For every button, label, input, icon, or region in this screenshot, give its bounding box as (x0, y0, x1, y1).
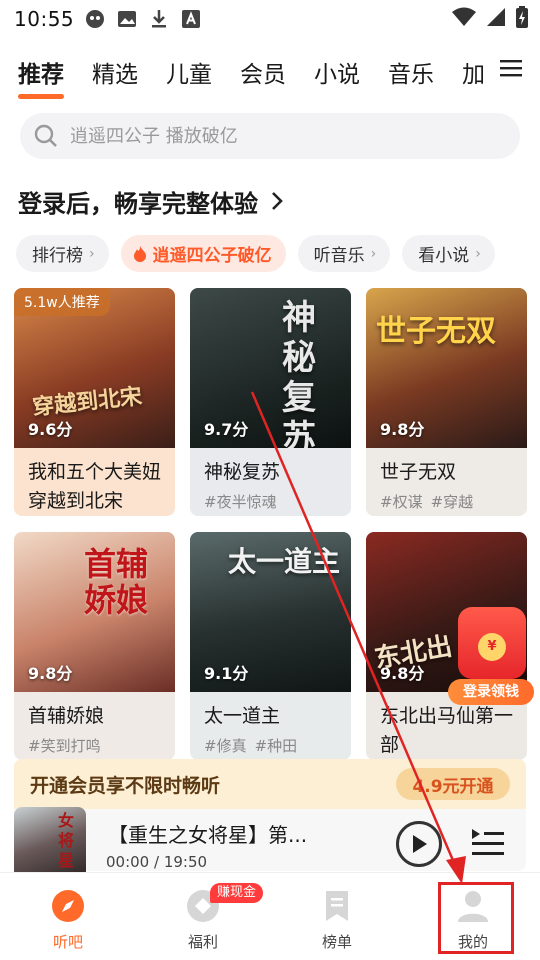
nav-label: 福利 (187, 933, 218, 951)
book-info: 首辅娇娘 #笑到打鸣 (14, 692, 175, 760)
book-tag: #夜半惊魂 (204, 493, 277, 511)
tab-novel[interactable]: 小说 (314, 55, 360, 89)
book-card[interactable]: 首辅娇娘 9.8分 首辅娇娘 #笑到打鸣 (14, 532, 175, 760)
book-title: 我和五个大美妞穿越到北宋 (28, 461, 162, 512)
chip-ranking[interactable]: 排行榜 › (16, 235, 109, 272)
book-cover: 5.1w人推荐 穿越到北宋 9.6分 (14, 288, 175, 448)
book-title: 东北出马仙第一部 (380, 705, 514, 756)
tab-featured[interactable]: 精选 (92, 55, 138, 89)
flame-icon (133, 245, 146, 262)
signal-icon (487, 8, 505, 26)
vip-open-button[interactable]: 4.9元开通 (396, 768, 510, 800)
book-card[interactable]: 太一道主 9.1分 太一道主 #修真 #种田 (190, 532, 351, 760)
tab-vip[interactable]: 会员 (240, 55, 286, 89)
chevron-right-icon: › (475, 245, 481, 262)
book-tag: #种田 (254, 737, 298, 755)
chip-music[interactable]: 听音乐 › (297, 235, 391, 272)
earn-cash-badge: 赚现金 (210, 883, 264, 903)
red-envelope-button[interactable]: ¥ 登录领钱 (448, 607, 534, 705)
book-info: 我和五个大美妞穿越到北宋 (14, 448, 175, 516)
book-tags: #笑到打鸣 (28, 735, 161, 756)
book-tag: #笑到打鸣 (28, 737, 101, 755)
book-cover: 神秘复苏 9.7分 (190, 288, 351, 448)
book-cover: 太一道主 9.1分 (190, 532, 351, 692)
book-tag: #穿越 (430, 493, 474, 511)
cover-art-title: 首辅娇娘 (84, 545, 149, 619)
nav-label: 榜单 (321, 933, 352, 951)
book-title: 首辅娇娘 (28, 705, 105, 727)
book-tag: #权谋 (380, 493, 423, 511)
font-notification-icon (182, 10, 201, 28)
book-score: 9.8分 (380, 420, 425, 439)
nav-listen[interactable]: 听吧 (23, 887, 113, 957)
chip-hot-topic[interactable]: 逍遥四公子破亿 (120, 235, 286, 272)
chip-novel[interactable]: 看小说 › (402, 235, 495, 272)
chevron-right-icon (272, 192, 283, 210)
book-tag: #修真 (204, 737, 247, 755)
search-icon (34, 124, 57, 147)
book-card[interactable]: 世子无双 9.8分 世子无双 #权谋 #穿越 (366, 288, 527, 516)
annotation-highlight-box (438, 882, 514, 954)
recommend-badge: 5.1w人推荐 (14, 288, 110, 316)
book-title: 世子无双 (380, 461, 457, 483)
image-notification-icon (118, 11, 137, 27)
book-score: 9.8分 (28, 664, 73, 683)
nav-ranking[interactable]: 榜单 (292, 887, 382, 957)
app-notification-icon (86, 10, 105, 28)
nav-label: 听吧 (52, 933, 83, 951)
search-input[interactable] (70, 125, 490, 147)
chevron-right-icon: › (370, 245, 377, 262)
tab-music[interactable]: 音乐 (388, 55, 434, 89)
vip-promo-bar[interactable]: 开通会员享不限时畅听 4.9元开通 (14, 759, 526, 809)
player-cover-title: 女将星 (58, 811, 75, 870)
mini-player[interactable]: 女将星 【重生之女将星】第... 00:00 / 19:50 (14, 807, 526, 879)
book-score: 9.7分 (204, 420, 249, 439)
player-track-title: 【重生之女将星】第... (108, 823, 308, 847)
player-time: 00:00 / 19:50 (106, 853, 208, 871)
tab-children[interactable]: 儿童 (166, 55, 212, 89)
login-prompt-text: 登录后，畅享完整体验 (18, 189, 258, 218)
book-tags: #权谋 #穿越 (380, 491, 513, 512)
book-title: 太一道主 (204, 705, 281, 727)
book-cover: 世子无双 9.8分 (366, 288, 527, 448)
download-icon (152, 10, 167, 28)
bookmark-icon (326, 891, 348, 921)
book-tags: #夜半惊魂 (204, 491, 337, 512)
active-tab-indicator (18, 94, 64, 99)
wifi-icon (452, 7, 476, 26)
chevron-right-icon: › (89, 245, 95, 262)
status-bar: 10:55 (0, 0, 540, 38)
menu-icon[interactable] (500, 58, 522, 78)
coin-icon: ¥ (478, 633, 506, 661)
book-info: 太一道主 #修真 #种田 (190, 692, 351, 760)
book-info: 神秘复苏 #夜半惊魂 (190, 448, 351, 516)
book-card[interactable]: 5.1w人推荐 穿越到北宋 9.6分 我和五个大美妞穿越到北宋 (14, 288, 175, 516)
book-cover: 首辅娇娘 9.8分 (14, 532, 175, 692)
battery-icon (516, 6, 528, 28)
play-button[interactable] (396, 821, 442, 867)
envelope-label: 登录领钱 (448, 679, 534, 705)
cover-art-title: 太一道主 (228, 545, 341, 578)
tab-more[interactable]: 加 (462, 55, 485, 89)
book-card[interactable]: 神秘复苏 9.7分 神秘复苏 #夜半惊魂 (190, 288, 351, 516)
book-tags: #修真 #种田 (204, 735, 337, 756)
book-title: 神秘复苏 (204, 461, 281, 483)
book-info: 世子无双 #权谋 #穿越 (366, 448, 527, 516)
play-icon (413, 835, 427, 853)
book-score: 9.8分 (380, 664, 425, 683)
book-score: 9.6分 (28, 420, 73, 439)
login-prompt[interactable]: 登录后，畅享完整体验 (18, 184, 284, 218)
compass-icon (52, 890, 84, 922)
quick-chips: 排行榜 › 逍遥四公子破亿 听音乐 › 看小说 › (16, 235, 495, 272)
clock: 10:55 (14, 7, 75, 31)
tab-recommend[interactable]: 推荐 (18, 55, 64, 99)
book-score: 9.1分 (204, 664, 249, 683)
player-cover: 女将星 (14, 807, 86, 879)
cover-art-title: 神秘复苏 (282, 298, 316, 448)
vip-promo-text: 开通会员享不限时畅听 (30, 774, 221, 797)
search-bar[interactable] (20, 113, 520, 159)
category-tabs: 推荐 精选 儿童 会员 小说 音乐 加 (0, 50, 540, 99)
cover-art-title: 世子无双 (376, 314, 496, 349)
playlist-icon[interactable] (472, 827, 504, 857)
